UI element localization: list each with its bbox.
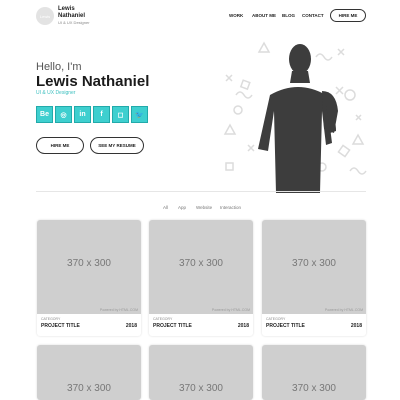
project-year: 2018	[350, 323, 362, 329]
site-header: Lewis Lewis Nathaniel UI & UX Designer W…	[0, 0, 400, 33]
powered-by-text: Powered by HTML.COM	[211, 308, 250, 312]
project-category: CATEGORY	[41, 317, 61, 321]
project-card[interactable]: 370 x 300 Powered by HTML.COM CATEGORY P…	[37, 220, 141, 336]
hero-role: UI & UX Designer	[36, 90, 76, 96]
image-size-label: 370 x 300	[179, 258, 223, 269]
project-image-placeholder: 370 x 300	[149, 345, 253, 400]
project-image-placeholder: 370 x 300 Powered by HTML.COM	[149, 220, 253, 314]
behance-icon[interactable]: Be	[36, 106, 53, 123]
filter-app[interactable]: App	[178, 205, 186, 210]
dribbble-icon[interactable]: ◎	[55, 106, 72, 123]
header-hire-me-button[interactable]: HIRE ME	[330, 9, 366, 22]
logo-text: Lewis	[39, 13, 51, 19]
nav-work[interactable]: WORK	[229, 13, 243, 18]
project-year: 2018	[125, 323, 137, 329]
project-image-placeholder: 370 x 300	[37, 345, 141, 400]
see-resume-button[interactable]: SEE MY RESUME	[90, 137, 144, 154]
hero-illustration	[223, 41, 367, 193]
project-title: PROJECT TITLE	[153, 323, 192, 329]
project-image-placeholder: 370 x 300	[262, 345, 366, 400]
project-card[interactable]: 370 x 300	[262, 345, 366, 400]
hero-greeting: Hello, I'm	[36, 61, 82, 73]
logo-avatar[interactable]: Lewis	[36, 7, 54, 25]
image-size-label: 370 x 300	[292, 383, 336, 394]
image-size-label: 370 x 300	[67, 258, 111, 269]
image-size-label: 370 x 300	[292, 258, 336, 269]
project-category: CATEGORY	[266, 317, 286, 321]
social-links: Be ◎ in f ◻ 🐦	[36, 106, 148, 123]
hero-section: Hello, I'm Lewis Nathaniel UI & UX Desig…	[0, 33, 400, 193]
hero-hire-me-button[interactable]: HIRE ME	[36, 137, 84, 154]
project-image-placeholder: 370 x 300 Powered by HTML.COM	[37, 220, 141, 314]
facebook-icon[interactable]: f	[93, 106, 110, 123]
project-card[interactable]: 370 x 300 Powered by HTML.COM CATEGORY P…	[262, 220, 366, 336]
project-card[interactable]: 370 x 300 Powered by HTML.COM CATEGORY P…	[149, 220, 253, 336]
brand-subtitle: UI & UX Designer	[58, 20, 90, 25]
project-year: 2018	[237, 323, 249, 329]
powered-by-text: Powered by HTML.COM	[99, 308, 138, 312]
brand-name: Lewis Nathaniel	[58, 6, 86, 19]
person-silhouette	[258, 44, 338, 193]
project-title: PROJECT TITLE	[41, 323, 80, 329]
hero-divider	[36, 191, 366, 192]
project-card[interactable]: 370 x 300	[37, 345, 141, 400]
hero-name: Lewis Nathaniel	[36, 73, 150, 90]
instagram-icon[interactable]: ◻	[112, 106, 129, 123]
project-card[interactable]: 370 x 300	[149, 345, 253, 400]
project-image-placeholder: 370 x 300 Powered by HTML.COM	[262, 220, 366, 314]
powered-by-text: Powered by HTML.COM	[324, 308, 363, 312]
filter-interaction[interactable]: Interaction	[220, 205, 241, 210]
project-category: CATEGORY	[153, 317, 173, 321]
filter-all[interactable]: All	[163, 205, 168, 210]
nav-contact[interactable]: CONTACT	[302, 13, 324, 18]
image-size-label: 370 x 300	[67, 383, 111, 394]
linkedin-icon[interactable]: in	[74, 106, 91, 123]
project-title: PROJECT TITLE	[266, 323, 305, 329]
twitter-icon[interactable]: 🐦	[131, 106, 148, 123]
nav-about-me[interactable]: ABOUT ME	[252, 13, 276, 18]
filter-website[interactable]: Website	[196, 205, 212, 210]
image-size-label: 370 x 300	[179, 383, 223, 394]
nav-blog[interactable]: BLOG	[282, 13, 295, 18]
